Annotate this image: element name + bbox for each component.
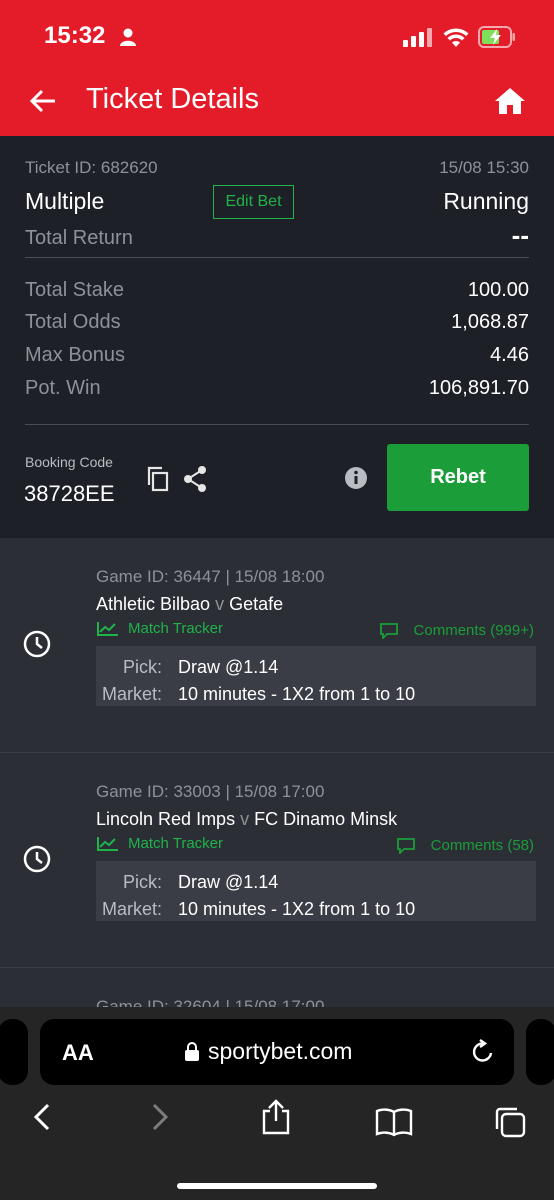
previous-tab-pill[interactable] (0, 1019, 28, 1085)
info-icon[interactable] (344, 466, 368, 490)
reload-icon[interactable] (470, 1039, 496, 1065)
battery-charging-icon (478, 26, 515, 48)
versus-label: v (215, 594, 225, 614)
stat-value: 106,891.70 (428, 377, 529, 399)
chart-trend-icon (97, 621, 118, 636)
app-header: 15:32 Ticket Details (0, 0, 554, 136)
home-team: Lincoln Red Imps (96, 809, 236, 829)
edit-bet-button[interactable]: Edit Bet (213, 185, 294, 219)
stat-value: 100.00 (467, 279, 529, 301)
stat-label: Total Stake (25, 279, 124, 301)
wifi-icon (443, 28, 469, 47)
match-tracker-label: Match Tracker (128, 620, 224, 637)
tabs-icon[interactable] (493, 1105, 527, 1139)
rebet-button[interactable]: Rebet (387, 444, 529, 511)
versus-label: v (240, 809, 250, 829)
back-arrow-icon[interactable] (28, 86, 58, 116)
chart-trend-icon (97, 836, 118, 851)
stat-label: Pot. Win (25, 377, 101, 399)
stat-label: Max Bonus (25, 344, 126, 366)
ticket-id: Ticket ID: 682620 (25, 158, 158, 177)
away-team: Getafe (229, 594, 284, 614)
match-tracker-link[interactable]: Match Tracker (96, 835, 223, 852)
clock-icon (23, 630, 51, 658)
market-value: 10 minutes - 1X2 from 1 to 10 (178, 684, 416, 704)
text-size-button[interactable]: AA (62, 1040, 94, 1066)
comments-link[interactable]: Comments (58) (396, 837, 534, 854)
pick-value: Draw @1.14 (178, 657, 279, 677)
divider (25, 424, 529, 425)
address-bar[interactable]: AA sportybet.com (40, 1019, 514, 1085)
home-indicator (177, 1183, 377, 1189)
home-icon[interactable] (494, 86, 526, 116)
total-return-label: Total Return (25, 227, 133, 249)
match-tracker-label: Match Tracker (128, 835, 224, 852)
match-tracker-link[interactable]: Match Tracker (96, 620, 223, 637)
bet-status: Running (443, 188, 529, 214)
clock-icon (23, 845, 51, 873)
game-id: Game ID: 36447 | 15/08 18:00 (96, 567, 325, 586)
browser-forward-icon[interactable] (148, 1102, 172, 1132)
comments-link[interactable]: Comments (999+) (379, 622, 534, 639)
game-row[interactable]: Game ID: 36447 | 15/08 18:00 Athletic Bi… (0, 538, 554, 753)
ticket-summary: Ticket ID: 682620 15/08 15:30 Multiple E… (0, 136, 554, 538)
copy-icon[interactable] (146, 466, 170, 492)
away-team: FC Dinamo Minsk (254, 809, 398, 829)
comment-bubble-icon (379, 622, 398, 639)
bet-type: Multiple (25, 188, 105, 214)
comments-count: Comments (58) (430, 837, 534, 854)
next-tab-pill[interactable] (526, 1019, 554, 1085)
market-label: Market: (101, 684, 162, 704)
pick-value: Draw @1.14 (178, 872, 279, 892)
comment-bubble-icon (396, 837, 415, 854)
booking-code-label: Booking Code (25, 454, 113, 470)
person-icon (120, 28, 136, 46)
pick-label: Pick: (122, 657, 162, 677)
browser-back-icon[interactable] (30, 1102, 54, 1132)
pick-details: Pick: Draw @1.14 Market: 10 minutes - 1X… (96, 861, 536, 921)
match-teams: Athletic Bilbao v Getafe (96, 594, 283, 615)
share-icon[interactable] (182, 465, 208, 493)
home-team: Athletic Bilbao (96, 594, 211, 614)
market-label: Market: (101, 899, 162, 919)
cellular-signal-icon (403, 28, 432, 47)
game-row[interactable]: Game ID: 33003 | 15/08 17:00 Lincoln Red… (0, 753, 554, 968)
ticket-datetime: 15/08 15:30 (439, 158, 529, 177)
pick-details: Pick: Draw @1.14 Market: 10 minutes - 1X… (96, 646, 536, 706)
comments-count: Comments (999+) (413, 622, 534, 639)
browser-toolbar: AA sportybet.com (0, 1007, 554, 1200)
stat-value: 4.46 (490, 344, 529, 366)
lock-icon (185, 1042, 199, 1061)
market-value: 10 minutes - 1X2 from 1 to 10 (178, 899, 416, 919)
total-return-value: -- (511, 220, 529, 250)
status-time: 15:32 (44, 22, 106, 49)
match-teams: Lincoln Red Imps v FC Dinamo Minsk (96, 809, 397, 830)
pick-label: Pick: (122, 872, 162, 892)
stat-value: 1,068.87 (451, 311, 529, 333)
game-id: Game ID: 33003 | 15/08 17:00 (96, 782, 325, 801)
booking-code: 38728EE (24, 481, 115, 506)
stat-label: Total Odds (25, 311, 121, 333)
bookmarks-icon[interactable] (375, 1107, 413, 1137)
share-sheet-icon[interactable] (260, 1099, 292, 1135)
divider (25, 257, 529, 258)
url-text: sportybet.com (208, 1038, 353, 1064)
page-title: Ticket Details (86, 83, 259, 115)
